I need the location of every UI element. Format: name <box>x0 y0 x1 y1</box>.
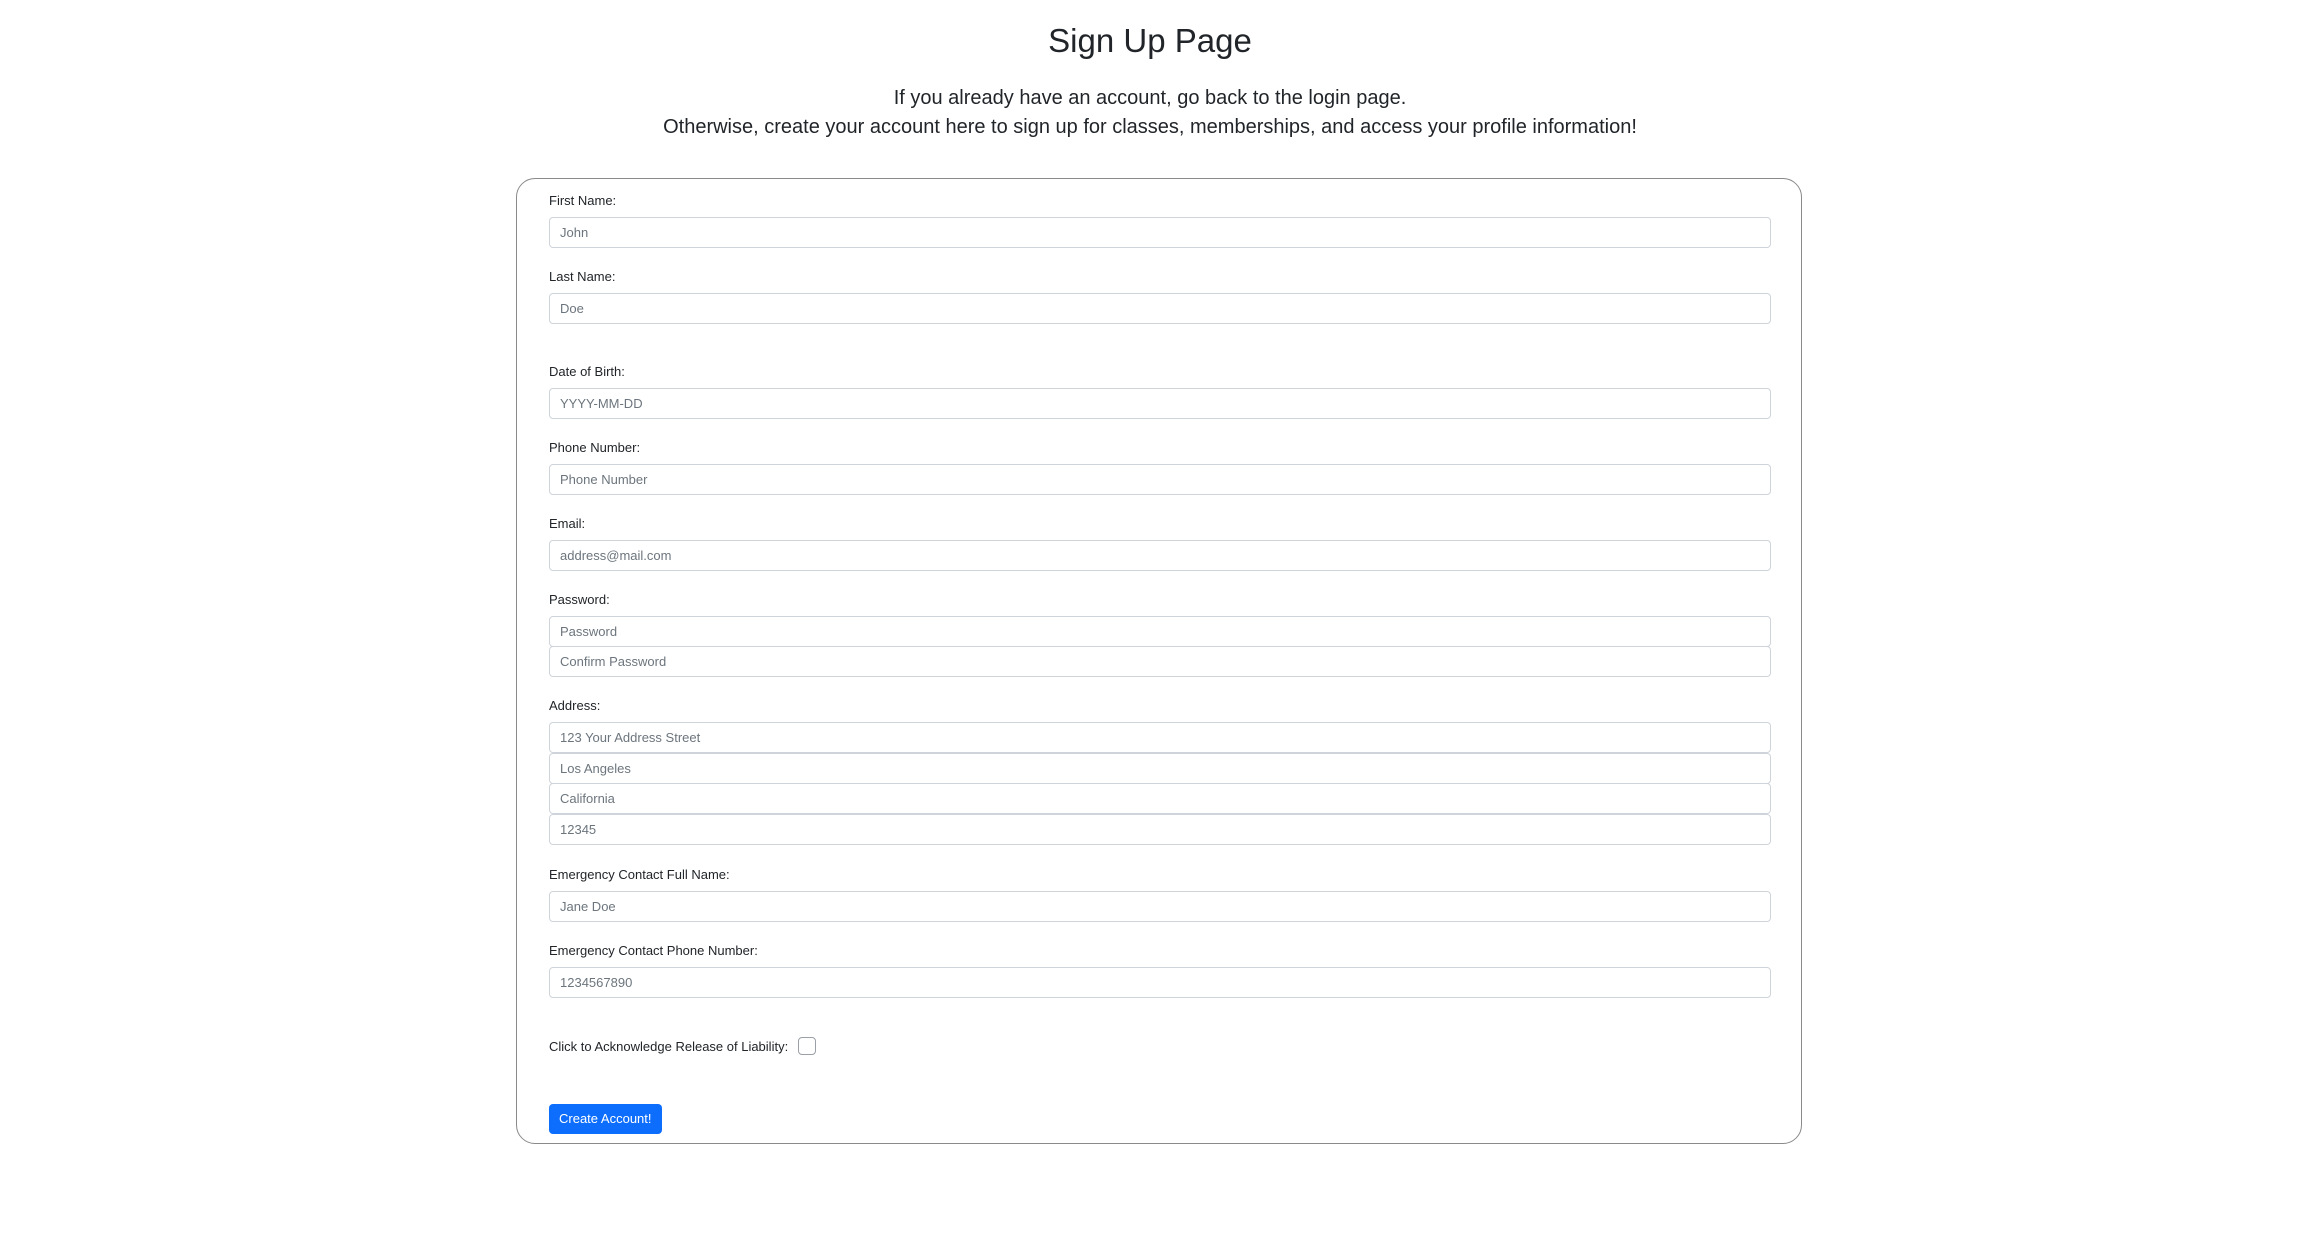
address-street-input[interactable] <box>549 722 1771 753</box>
dob-label: Date of Birth: <box>549 364 625 379</box>
emergency-phone-input[interactable] <box>549 967 1771 998</box>
liability-checkbox[interactable] <box>798 1037 817 1055</box>
address-state-input[interactable] <box>549 783 1771 814</box>
confirm-password-input[interactable] <box>549 646 1771 677</box>
liability-label: Click to Acknowledge Release of Liabilit… <box>549 1038 789 1054</box>
email-label: Email: <box>549 516 586 531</box>
last-name-label: Last Name: <box>549 269 616 284</box>
address-zip-input[interactable] <box>549 814 1771 845</box>
phone-label: Phone Number: <box>549 440 641 455</box>
last-name-input[interactable] <box>549 293 1771 324</box>
intro-line-login: If you already have an account, go back … <box>893 87 1407 109</box>
first-name-label: First Name: <box>549 193 617 208</box>
emergency-name-input[interactable] <box>549 891 1771 922</box>
address-city-input[interactable] <box>549 753 1771 784</box>
sign-up-form: First Name: Last Name: Date of Birth: Ph… <box>516 178 1802 1144</box>
password-label: Password: <box>549 592 610 607</box>
email-input[interactable] <box>549 540 1771 571</box>
emergency-name-label: Emergency Contact Full Name: <box>549 867 730 882</box>
first-name-input[interactable] <box>549 217 1771 248</box>
password-input[interactable] <box>549 616 1771 647</box>
page-title: Sign Up Page <box>1048 22 1252 59</box>
intro-text: If you already have an account, go back … <box>0 84 2300 142</box>
intro-line-create: Otherwise, create your account here to s… <box>663 116 1637 138</box>
address-label: Address: <box>549 698 601 713</box>
sign-up-page: Sign Up Page If you already have an acco… <box>0 0 2300 1240</box>
create-account-button[interactable]: Create Account! <box>549 1104 662 1134</box>
phone-input[interactable] <box>549 464 1771 495</box>
liability-acknowledgement: Click to Acknowledge Release of Liabilit… <box>549 1037 817 1055</box>
emergency-phone-label: Emergency Contact Phone Number: <box>549 943 758 958</box>
dob-input[interactable] <box>549 388 1771 419</box>
